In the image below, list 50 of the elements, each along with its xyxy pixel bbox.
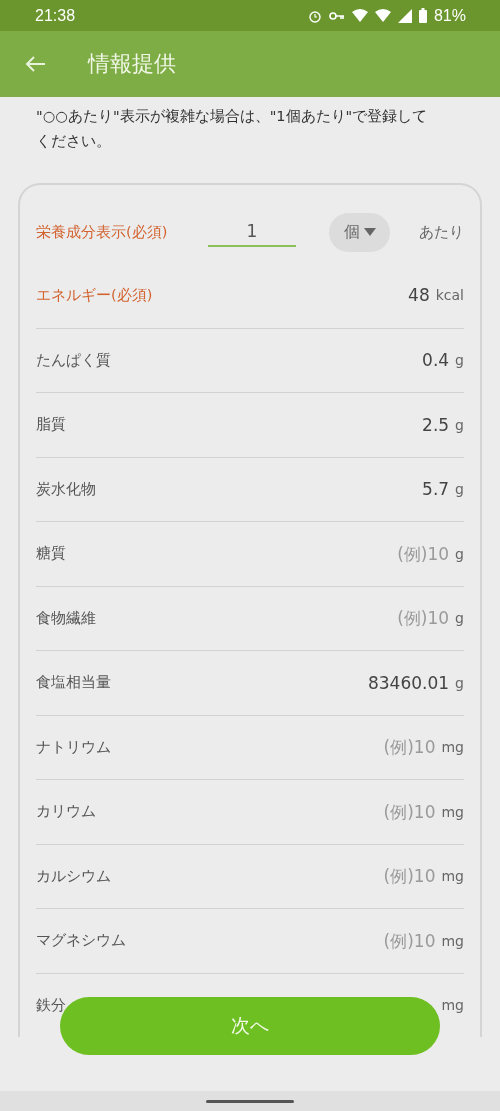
battery-percent: 81% bbox=[433, 6, 466, 25]
unit-label: g bbox=[455, 610, 464, 627]
wifi-icon bbox=[351, 8, 368, 23]
nutrient-value-field[interactable]: 48 bbox=[279, 285, 430, 306]
nutrient-label: カリウム bbox=[36, 802, 97, 822]
nutrient-label: エネルギー(必須) bbox=[36, 285, 154, 305]
nutrient-value-field[interactable]: (例)10 bbox=[299, 608, 450, 629]
unit-label: g bbox=[455, 674, 464, 691]
unit-label: mg bbox=[441, 997, 464, 1014]
screen-title: 情報提供 bbox=[88, 50, 176, 78]
nutrient-value-field[interactable]: (例)10 bbox=[285, 930, 436, 951]
unit-label: g bbox=[455, 481, 464, 498]
battery-icon bbox=[418, 8, 427, 23]
nutrient-label: 炭水化物 bbox=[36, 479, 97, 499]
nutrient-label: ナトリウム bbox=[36, 737, 112, 757]
nutrient-value-field[interactable]: (例)10 bbox=[299, 543, 450, 564]
nutrient-label: 糖質 bbox=[36, 544, 67, 564]
unit-label: kcal bbox=[435, 287, 464, 304]
nutrient-label: カルシウム bbox=[36, 866, 112, 886]
nutrient-value-field[interactable]: 83460.01 bbox=[299, 672, 450, 693]
nutrient-label: 脂質 bbox=[36, 415, 67, 435]
home-indicator[interactable] bbox=[206, 1099, 294, 1103]
nutrient-label: たんぱく質 bbox=[36, 350, 112, 370]
key-icon bbox=[328, 10, 345, 21]
unit-label: mg bbox=[441, 868, 464, 885]
unit-label: mg bbox=[441, 739, 464, 756]
signal-icon bbox=[397, 8, 412, 23]
unit-label: mg bbox=[441, 803, 464, 820]
wifi-icon bbox=[374, 8, 391, 23]
nutrient-label: 食塩相当量 bbox=[36, 673, 112, 693]
nutrient-value-field[interactable]: 0.4 bbox=[299, 350, 450, 371]
nutrient-value-field[interactable]: (例)10 bbox=[285, 866, 436, 887]
unit-label: g bbox=[455, 545, 464, 562]
nutrient-value-field[interactable]: (例)10 bbox=[285, 737, 436, 758]
clock-time: 21:38 bbox=[35, 6, 76, 25]
unit-dropdown[interactable]: 個 bbox=[329, 212, 390, 252]
unit-label: g bbox=[455, 352, 464, 369]
nutrient-value-field[interactable]: 2.5 bbox=[299, 414, 450, 435]
serving-label: 栄養成分表示(必須) bbox=[36, 222, 169, 242]
per-label: あたり bbox=[419, 222, 464, 242]
unit-label: mg bbox=[441, 932, 464, 949]
nutrient-label: 食物繊維 bbox=[36, 608, 97, 628]
dropdown-caret-icon bbox=[363, 228, 376, 236]
unit-label: g bbox=[455, 416, 464, 433]
nutrient-value-field[interactable]: 5.7 bbox=[299, 479, 450, 500]
instruction-text: "○○あたり"表示が複雑な場合は、"1個あたり"で登録してください。 bbox=[36, 107, 429, 151]
alarm-icon bbox=[307, 8, 322, 23]
nutrient-value-field[interactable]: (例)10 bbox=[285, 801, 436, 822]
serving-amount-field[interactable]: 1 bbox=[208, 217, 296, 247]
nutrient-label: マグネシウム bbox=[36, 931, 127, 951]
